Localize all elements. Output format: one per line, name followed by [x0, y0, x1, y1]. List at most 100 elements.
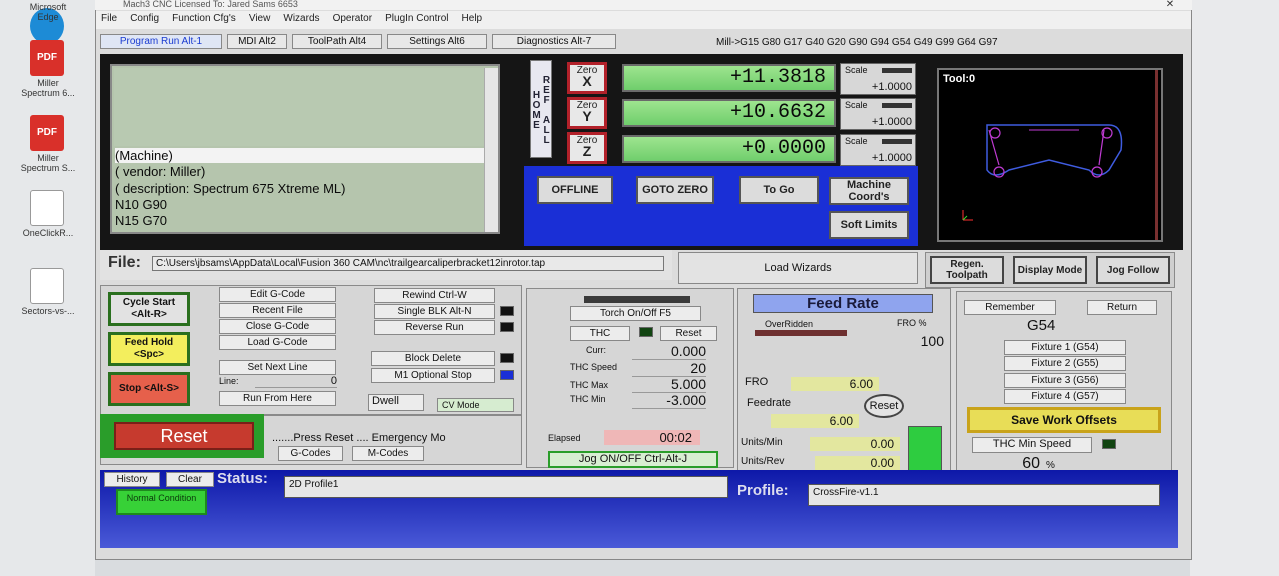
fro-value[interactable]: 6.00 [791, 377, 879, 391]
remember-button[interactable]: Remember [964, 300, 1056, 315]
file-path: C:\Users\jbsams\AppData\Local\Fusion 360… [152, 256, 664, 271]
gcode-preview-area [114, 68, 484, 146]
history-button[interactable]: History [104, 472, 160, 487]
torch-toggle-button[interactable]: Torch On/Off F5 [570, 306, 701, 321]
menu-config[interactable]: Config [125, 11, 164, 26]
thc-reset-button[interactable]: Reset [660, 326, 717, 341]
scale-led [882, 103, 912, 108]
thc-max-value[interactable]: 5.000 [632, 376, 706, 393]
current-offset: G54 [1027, 317, 1056, 334]
menu-operator[interactable]: Operator [328, 11, 377, 26]
clear-button[interactable]: Clear [166, 472, 214, 487]
run-from-here-button[interactable]: Run From Here [219, 391, 336, 406]
fixture-3-button[interactable]: Fixture 3 (G56) [1004, 373, 1126, 388]
load-wizards-button[interactable]: Load Wizards [678, 252, 918, 284]
reset-button[interactable]: Reset [114, 422, 254, 450]
offline-button[interactable]: OFFLINE [537, 176, 613, 204]
block-delete-button[interactable]: Block Delete [371, 351, 495, 366]
status-label: Status: [217, 470, 268, 487]
dro-z[interactable]: +0.0000 [622, 135, 836, 163]
pdf-file-icon[interactable]: PDF [30, 40, 64, 76]
close-icon[interactable]: ✕ [1150, 0, 1190, 10]
zero-x-button[interactable]: Zero X [567, 62, 607, 94]
soft-limits-button[interactable]: Soft Limits [829, 211, 909, 239]
feed-hold-button[interactable]: Feed Hold <Spc> [108, 332, 190, 366]
toolpath-display[interactable] [937, 68, 1163, 242]
save-work-offsets-button[interactable]: Save Work Offsets [967, 407, 1161, 433]
tab-program-run[interactable]: Program Run Alt-1 [100, 34, 222, 49]
thc-min-speed-button[interactable]: THC Min Speed [972, 437, 1092, 453]
edit-gcode-button[interactable]: Edit G-Code [219, 287, 336, 302]
document-icon[interactable] [30, 190, 64, 226]
modal-gcodes: Mill->G15 G80 G17 G40 G20 G90 G94 G54 G4… [716, 37, 998, 48]
load-gcode-button[interactable]: Load G-Code [219, 335, 336, 350]
desktop-right [1190, 0, 1279, 576]
units-min-label: Units/Min [741, 437, 783, 448]
cycle-start-button[interactable]: Cycle Start <Alt-R> [108, 292, 190, 326]
reverse-run-button[interactable]: Reverse Run [374, 320, 495, 335]
thc-button[interactable]: THC [570, 326, 630, 341]
recent-file-button[interactable]: Recent File [219, 303, 336, 318]
gcodes-button[interactable]: G-Codes [278, 446, 343, 461]
tab-toolpath[interactable]: ToolPath Alt4 [292, 34, 382, 49]
set-next-line-button[interactable]: Set Next Line [219, 360, 336, 375]
gcode-scrollbar[interactable] [484, 68, 498, 232]
elapsed-value: 00:02 [604, 430, 700, 445]
scale-label: Scale [845, 136, 868, 146]
menu-function-cfg[interactable]: Function Cfg's [167, 11, 241, 26]
scale-x[interactable]: Scale +1.0000 [840, 63, 916, 95]
regen-toolpath-button[interactable]: Regen. Toolpath [930, 256, 1004, 284]
thc-min-value[interactable]: -3.000 [632, 392, 706, 409]
scale-x-value: +1.0000 [871, 81, 912, 93]
menu-wizards[interactable]: Wizards [278, 11, 324, 26]
normal-condition-indicator: Normal Condition [116, 489, 207, 515]
reverse-run-led [500, 322, 514, 332]
thc-speed-value[interactable]: 20 [632, 360, 706, 377]
ref-all-home-button[interactable]: REF ALL HOME [530, 60, 552, 158]
desktop-label-doc1: OneClickR... [22, 228, 74, 238]
jog-toggle-button[interactable]: Jog ON/OFF Ctrl-Alt-J [548, 451, 718, 468]
tab-bar: Program Run Alt-1 MDI Alt2 ToolPath Alt4… [96, 31, 1191, 51]
feedrate-label: Feedrate [747, 397, 792, 409]
units-rev-label: Units/Rev [741, 456, 785, 467]
menu-help[interactable]: Help [457, 11, 488, 26]
tab-diagnostics[interactable]: Diagnostics Alt-7 [492, 34, 616, 49]
machine-coords-button[interactable]: Machine Coord's [829, 177, 909, 205]
gcode-line: N10 G90 [115, 197, 168, 212]
pdf-file-icon[interactable]: PDF [30, 115, 64, 151]
zero-y-button[interactable]: Zero Y [567, 97, 607, 129]
dro-y[interactable]: +10.6632 [622, 99, 836, 127]
stop-button[interactable]: Stop <Alt-S> [108, 372, 190, 406]
thc-min-label: THC Min [570, 394, 606, 404]
dro-x[interactable]: +11.3818 [622, 64, 836, 92]
feedrate-value[interactable]: 6.00 [771, 414, 859, 428]
to-go-button[interactable]: To Go [739, 176, 819, 204]
scale-z[interactable]: Scale +1.0000 [840, 134, 916, 166]
rewind-button[interactable]: Rewind Ctrl-W [374, 288, 495, 303]
goto-zero-button[interactable]: GOTO ZERO [636, 176, 714, 204]
m1-optional-stop-button[interactable]: M1 Optional Stop [371, 368, 495, 383]
return-button[interactable]: Return [1087, 300, 1157, 315]
close-gcode-button[interactable]: Close G-Code [219, 319, 336, 334]
display-mode-button[interactable]: Display Mode [1013, 256, 1087, 284]
line-value[interactable]: 0 [255, 375, 337, 388]
fixture-2-button[interactable]: Fixture 2 (G55) [1004, 356, 1126, 371]
thc-led [639, 327, 653, 337]
tab-settings[interactable]: Settings Alt6 [387, 34, 487, 49]
single-block-button[interactable]: Single BLK Alt-N [374, 304, 495, 319]
axis-x-label: X [582, 73, 592, 89]
menu-plugin-control[interactable]: PlugIn Control [380, 11, 453, 26]
status-text: 2D Profile1 [284, 476, 728, 498]
scale-y[interactable]: Scale +1.0000 [840, 98, 916, 130]
document-icon[interactable] [30, 268, 64, 304]
tab-mdi[interactable]: MDI Alt2 [227, 34, 287, 49]
menu-file[interactable]: File [96, 11, 122, 26]
dwell-indicator: Dwell [368, 394, 424, 411]
mcodes-button[interactable]: M-Codes [352, 446, 424, 461]
fixture-4-button[interactable]: Fixture 4 (G57) [1004, 389, 1126, 404]
jog-follow-button[interactable]: Jog Follow [1096, 256, 1170, 284]
zero-z-button[interactable]: Zero Z [567, 132, 607, 164]
fixture-1-button[interactable]: Fixture 1 (G54) [1004, 340, 1126, 355]
feed-reset-button[interactable]: Reset [864, 394, 904, 418]
menu-view[interactable]: View [244, 11, 276, 26]
